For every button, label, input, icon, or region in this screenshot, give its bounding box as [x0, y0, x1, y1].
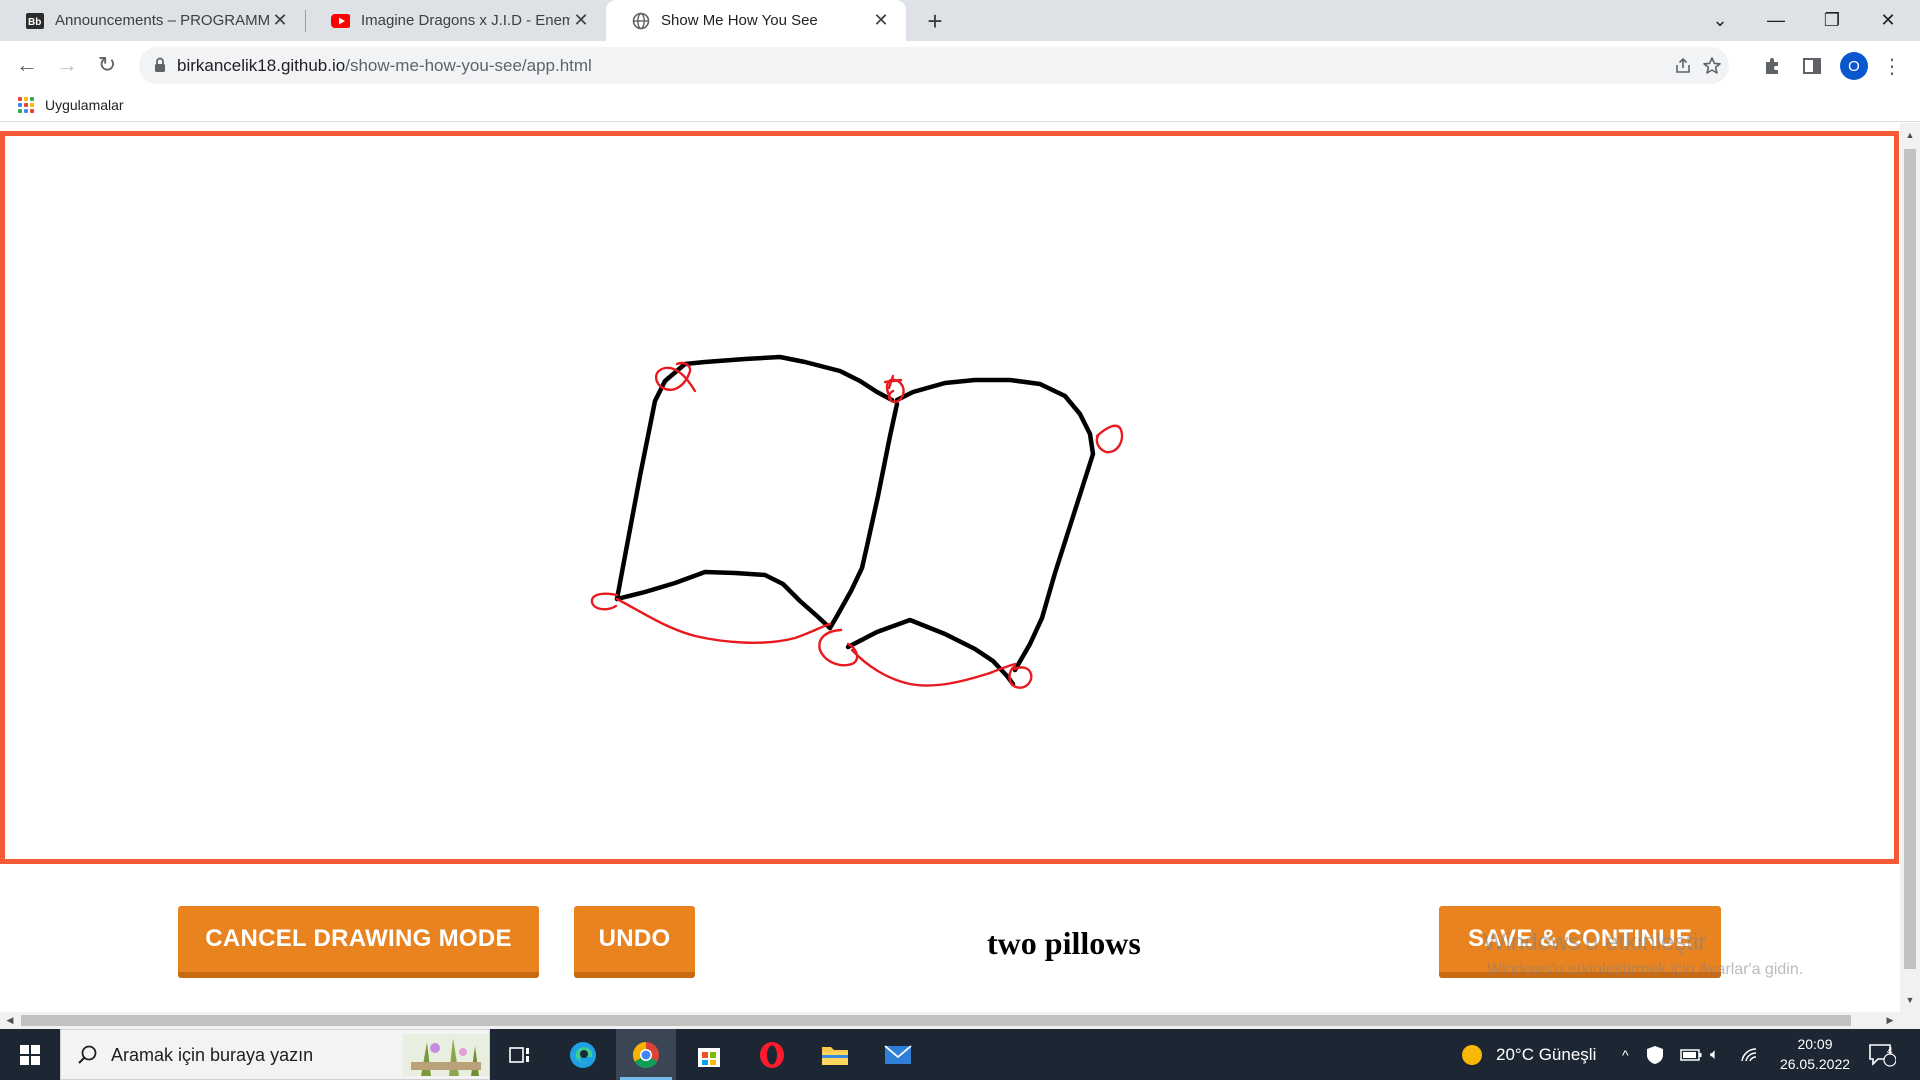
taskbar-search-box[interactable]: Aramak için buraya yazın: [60, 1029, 490, 1080]
tray-overflow-chevron-icon[interactable]: ^: [1622, 1029, 1629, 1080]
scroll-right-arrow-icon[interactable]: ▶: [1882, 1012, 1898, 1029]
microsoft-store-icon[interactable]: [679, 1029, 739, 1080]
edge-browser-icon[interactable]: [553, 1029, 613, 1080]
drawing-canvas[interactable]: [0, 131, 1899, 864]
search-placeholder: Aramak için buraya yazın: [111, 1045, 314, 1065]
security-shield-icon[interactable]: [1646, 1029, 1664, 1080]
tab-search-icon[interactable]: ⌄: [1692, 0, 1748, 41]
close-window-button[interactable]: ✕: [1860, 0, 1916, 41]
address-bar[interactable]: birkancelik18.github.io/show-me-how-you-…: [139, 47, 1729, 84]
browser-toolbar: ← → ↻ birkancelik18.github.io/show-me-ho…: [0, 41, 1920, 90]
horizontal-scroll-thumb[interactable]: [21, 1015, 1851, 1026]
sketch-drawing: [590, 354, 1124, 689]
cancel-drawing-mode-button[interactable]: CANCEL DRAWING MODE: [178, 906, 539, 978]
start-button[interactable]: [0, 1029, 60, 1080]
apps-label: Uygulamalar: [45, 97, 124, 113]
globe-icon: [631, 11, 650, 30]
bookmarks-bar: Uygulamalar: [0, 90, 1920, 122]
close-tab-icon[interactable]: ✕: [269, 10, 291, 32]
drawing-prompt: two pillows: [987, 925, 1141, 961]
wifi-icon[interactable]: [1740, 1029, 1760, 1080]
page-viewport: CANCEL DRAWING MODE UNDO two pillows SAV…: [0, 123, 1900, 1012]
battery-icon[interactable]: [1680, 1029, 1702, 1080]
tab-title: Imagine Dragons x J.I.D - Enemy: [361, 12, 570, 29]
windows-logo-icon: [20, 1044, 40, 1065]
new-tab-button[interactable]: +: [920, 6, 950, 36]
taskbar-clock[interactable]: 20:09 26.05.2022: [1760, 1034, 1870, 1074]
profile-avatar[interactable]: O: [1840, 52, 1868, 80]
close-tab-icon[interactable]: ✕: [870, 10, 892, 32]
tab-announcements[interactable]: Bb Announcements – PROGRAMMIN ✕: [0, 0, 305, 41]
url-text: birkancelik18.github.io/show-me-how-you-…: [177, 56, 592, 76]
file-explorer-icon[interactable]: [805, 1029, 865, 1080]
lock-icon[interactable]: [154, 57, 166, 78]
clock-time: 20:09: [1797, 1036, 1833, 1052]
opera-icon[interactable]: [742, 1029, 802, 1080]
bookmark-star-icon[interactable]: [1701, 55, 1723, 77]
notification-count: 4: [1887, 1046, 1893, 1057]
share-icon[interactable]: [1672, 55, 1694, 77]
sun-icon: [1462, 1044, 1482, 1065]
scroll-down-arrow-icon[interactable]: ▼: [1900, 992, 1920, 1008]
browser-menu-icon[interactable]: ⋮: [1880, 52, 1904, 80]
tab-strip: Bb Announcements – PROGRAMMIN ✕ Imagine …: [0, 0, 1920, 41]
tab-youtube[interactable]: Imagine Dragons x J.I.D - Enemy ✕: [306, 0, 606, 41]
close-tab-icon[interactable]: ✕: [570, 10, 592, 32]
horizontal-scrollbar[interactable]: ◀ ▶: [0, 1012, 1920, 1029]
apps-shortcut[interactable]: Uygulamalar: [18, 97, 124, 113]
activation-watermark-text: Windows'u etkinleştirmek için Ayarlar'a …: [1487, 961, 1804, 978]
search-icon: [77, 1044, 99, 1071]
activation-watermark-title: Windows'u etkinleştir: [1483, 929, 1707, 956]
search-highlight-illustration-icon: [401, 1032, 491, 1083]
side-panel-icon[interactable]: [1799, 53, 1825, 79]
mail-icon[interactable]: [868, 1029, 928, 1080]
scroll-left-arrow-icon[interactable]: ◀: [2, 1012, 18, 1029]
weather-text: 20°C Güneşli: [1496, 1044, 1597, 1064]
bb-icon: Bb: [25, 11, 44, 30]
red-strokes: [590, 361, 1124, 689]
weather-widget[interactable]: 20°C Güneşli: [1460, 1029, 1596, 1080]
tab-title: Show Me How You See: [661, 12, 818, 29]
tab-title: Announcements – PROGRAMMIN: [55, 12, 269, 29]
youtube-icon: [331, 11, 350, 30]
minimize-button[interactable]: —: [1748, 0, 1804, 41]
windows-taskbar: Aramak için buraya yazın 20°C Güneşli ^ …: [0, 1029, 1920, 1080]
vertical-scrollbar[interactable]: ▲ ▼: [1900, 123, 1920, 1012]
volume-icon[interactable]: 🔈︎: [1710, 1029, 1719, 1080]
restore-button[interactable]: ❐: [1804, 0, 1860, 41]
task-view-icon[interactable]: [490, 1029, 550, 1080]
reload-button[interactable]: ↻: [91, 49, 123, 81]
notifications-icon[interactable]: 4: [1868, 1029, 1896, 1080]
vertical-scroll-thumb[interactable]: [1904, 149, 1916, 969]
svg-text:Bb: Bb: [28, 17, 41, 28]
undo-button[interactable]: UNDO: [574, 906, 695, 978]
tab-show-me-how-you-see[interactable]: Show Me How You See ✕: [606, 0, 906, 41]
extensions-icon[interactable]: [1759, 53, 1785, 79]
chrome-icon[interactable]: [616, 1029, 676, 1080]
apps-grid-icon: [18, 97, 34, 113]
clock-date: 26.05.2022: [1779, 1056, 1851, 1072]
url-path: /show-me-how-you-see/app.html: [345, 56, 592, 75]
back-button[interactable]: ←: [11, 49, 43, 81]
scroll-up-arrow-icon[interactable]: ▲: [1900, 127, 1920, 143]
url-host: birkancelik18.github.io: [177, 56, 346, 75]
forward-button[interactable]: →: [51, 49, 83, 81]
